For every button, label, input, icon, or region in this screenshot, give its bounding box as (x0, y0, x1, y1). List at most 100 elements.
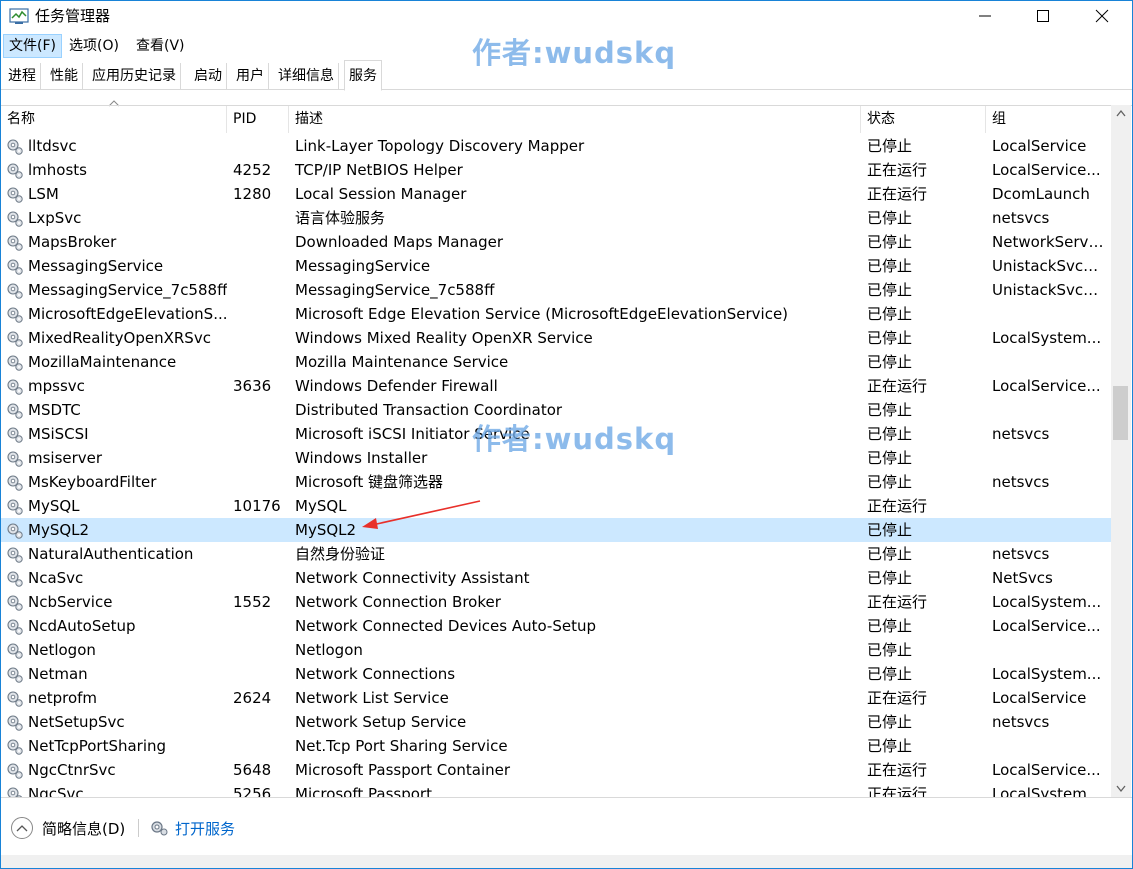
scrollbar-thumb[interactable] (1113, 386, 1128, 440)
cell-group (986, 398, 1111, 422)
table-row[interactable]: MozillaMaintenance Mozilla Maintenance Se… (1, 350, 1111, 374)
table-row[interactable]: NgcCtnrSvc 5648 Microsoft Passport Contain… (1, 758, 1111, 782)
table-row[interactable]: MessagingService MessagingService 已停止 Unist… (1, 254, 1111, 278)
table-row[interactable]: msiserver Windows Installer 已停止 (1, 446, 1111, 470)
tab-details[interactable]: 详细信息 (274, 63, 339, 89)
table-row[interactable]: MicrosoftEdgeElevationS... Microsoft Edge… (1, 302, 1111, 326)
table-row[interactable]: NcaSvc Network Connectivity Assistant 已停止 N… (1, 566, 1111, 590)
table-row[interactable]: NetTcpPortSharing Net.Tcp Port Sharing Se… (1, 734, 1111, 758)
cell-pid: 5648 (233, 761, 272, 779)
table-row[interactable]: NaturalAuthentication 自然身份验证 已停止 netsvcs (1, 542, 1111, 566)
table-row[interactable]: MSDTC Distributed Transaction Coordinator… (1, 398, 1111, 422)
table-row[interactable]: NcbService 1552 Network Connection Broker 正… (1, 590, 1111, 614)
minimize-icon (979, 15, 991, 17)
table-row[interactable]: netprofm 2624 Network List Service 正在运行 Loca… (1, 686, 1111, 710)
less-details-button[interactable]: 简略信息(D) (11, 816, 125, 840)
cell-group: LocalService... (992, 761, 1101, 779)
table-row[interactable]: LSM 1280 Local Session Manager 正在运行 DcomLaun… (1, 182, 1111, 206)
open-services-link[interactable]: 打开服务 (149, 816, 235, 840)
table-row[interactable]: LxpSvc 语言体验服务 已停止 netsvcs (1, 206, 1111, 230)
table-row[interactable]: NcdAutoSetup Network Connected Devices Au… (1, 614, 1111, 638)
window-title: 任务管理器 (35, 7, 111, 25)
cell-pid (227, 134, 289, 158)
table-row[interactable]: MSiSCSI Microsoft iSCSI Initiator Service… (1, 422, 1111, 446)
cell-group: LocalSystem... (992, 329, 1102, 347)
scroll-up-icon[interactable] (1111, 105, 1131, 122)
table-row[interactable]: Netlogon Netlogon 已停止 (1, 638, 1111, 662)
table-row[interactable]: lmhosts 4252 TCP/IP NetBIOS Helper 正在运行 Loca… (1, 158, 1111, 182)
close-button[interactable] (1073, 1, 1131, 31)
close-icon (1095, 9, 1109, 23)
cell-group: UnistackSvcG... (992, 257, 1110, 275)
menu-options[interactable]: 选项(O) (64, 34, 124, 58)
column-header-group[interactable]: 组 (986, 106, 1111, 133)
table-row[interactable]: MapsBroker Downloaded Maps Manager 已停止 Netw… (1, 230, 1111, 254)
cell-pid (227, 302, 289, 326)
table-row[interactable]: MessagingService_7c588ff MessagingService… (1, 278, 1111, 302)
cell-description: Network Connections (295, 665, 456, 683)
minimize-button[interactable] (956, 1, 1014, 31)
cell-name: MessagingService_7c588ff (28, 281, 227, 299)
table-row[interactable]: mpssvc 3636 Windows Defender Firewall 正在运行 L… (1, 374, 1111, 398)
tab-services[interactable]: 服务 (344, 60, 382, 91)
cell-description: Windows Mixed Reality OpenXR Service (295, 329, 593, 347)
cell-description: Windows Defender Firewall (295, 377, 498, 395)
cell-name: MicrosoftEdgeElevationS... (28, 305, 227, 323)
table-row[interactable]: MixedRealityOpenXRSvc Windows Mixed Reali… (1, 326, 1111, 350)
column-header-status[interactable]: 状态 (861, 106, 986, 133)
vertical-scrollbar[interactable] (1111, 105, 1131, 797)
column-header-pid[interactable]: PID (227, 106, 289, 133)
cell-description: MySQL (295, 497, 347, 515)
cell-status: 正在运行 (867, 689, 928, 707)
column-header-name[interactable]: 名称 (1, 106, 227, 133)
scroll-down-icon[interactable] (1111, 780, 1131, 797)
tab-app-history[interactable]: 应用历史记录 (88, 63, 181, 89)
cell-group: LocalSystem... (992, 785, 1102, 798)
cell-pid: 1280 (233, 185, 272, 203)
tab-startup[interactable]: 启动 (190, 63, 227, 89)
cell-name: NaturalAuthentication (28, 545, 194, 563)
cell-status: 已停止 (867, 353, 913, 371)
table-row[interactable]: NgcSvc 5256 Microsoft Passport 正在运行 LocalSys… (1, 782, 1111, 798)
task-manager-icon (9, 8, 29, 24)
maximize-icon (1037, 10, 1049, 22)
table-row[interactable]: MySQL 10176 MySQL 正在运行 (1, 494, 1111, 518)
table-row[interactable]: Netman Network Connections 已停止 LocalSystem.… (1, 662, 1111, 686)
cell-description: MySQL2 (295, 521, 357, 539)
cell-status: 正在运行 (867, 161, 928, 179)
cell-name: lmhosts (28, 161, 87, 179)
column-header-description[interactable]: 描述 (289, 106, 861, 133)
tab-processes[interactable]: 进程 (4, 63, 41, 89)
menu-bar: 文件(F) 选项(O) 查看(V) (1, 34, 1132, 58)
cell-name: MSiSCSI (28, 425, 89, 443)
cell-description: 自然身份验证 (295, 545, 386, 563)
cell-group: LocalService... (992, 617, 1101, 635)
menu-file[interactable]: 文件(F) (3, 34, 62, 58)
table-row[interactable]: NetSetupSvc Network Setup Service 已停止 netsv… (1, 710, 1111, 734)
window-bottom-edge (1, 855, 1132, 868)
cell-status: 已停止 (867, 569, 913, 587)
tab-performance[interactable]: 性能 (46, 63, 83, 89)
menu-view[interactable]: 查看(V) (131, 34, 190, 58)
cell-status: 已停止 (867, 545, 913, 563)
cell-name: NgcSvc (28, 785, 84, 798)
cell-status: 已停止 (867, 329, 913, 347)
cell-pid (227, 470, 289, 494)
cell-status: 正在运行 (867, 785, 928, 798)
cell-status: 已停止 (867, 209, 913, 227)
cell-description: Network Connection Broker (295, 593, 501, 611)
cell-group: LocalService (992, 689, 1087, 707)
cell-description: Net.Tcp Port Sharing Service (295, 737, 508, 755)
cell-name: MySQL (28, 497, 80, 515)
table-row[interactable]: lltdsvc Link-Layer Topology Discovery Map… (1, 134, 1111, 158)
cell-status: 已停止 (867, 665, 913, 683)
table-row[interactable]: MsKeyboardFilter Microsoft 键盘筛选器 已停止 netsvc… (1, 470, 1111, 494)
maximize-button[interactable] (1014, 1, 1072, 31)
table-row[interactable]: MySQL2 MySQL2 已停止 (1, 518, 1111, 542)
cell-group: LocalSystem... (992, 593, 1102, 611)
cell-description: TCP/IP NetBIOS Helper (295, 161, 463, 179)
tab-divider (1, 89, 1132, 90)
cell-group (986, 446, 1111, 470)
tab-bar: 进程 性能 应用历史记录 启动 用户 详细信息 服务 (1, 60, 1132, 91)
tab-users[interactable]: 用户 (232, 63, 269, 89)
